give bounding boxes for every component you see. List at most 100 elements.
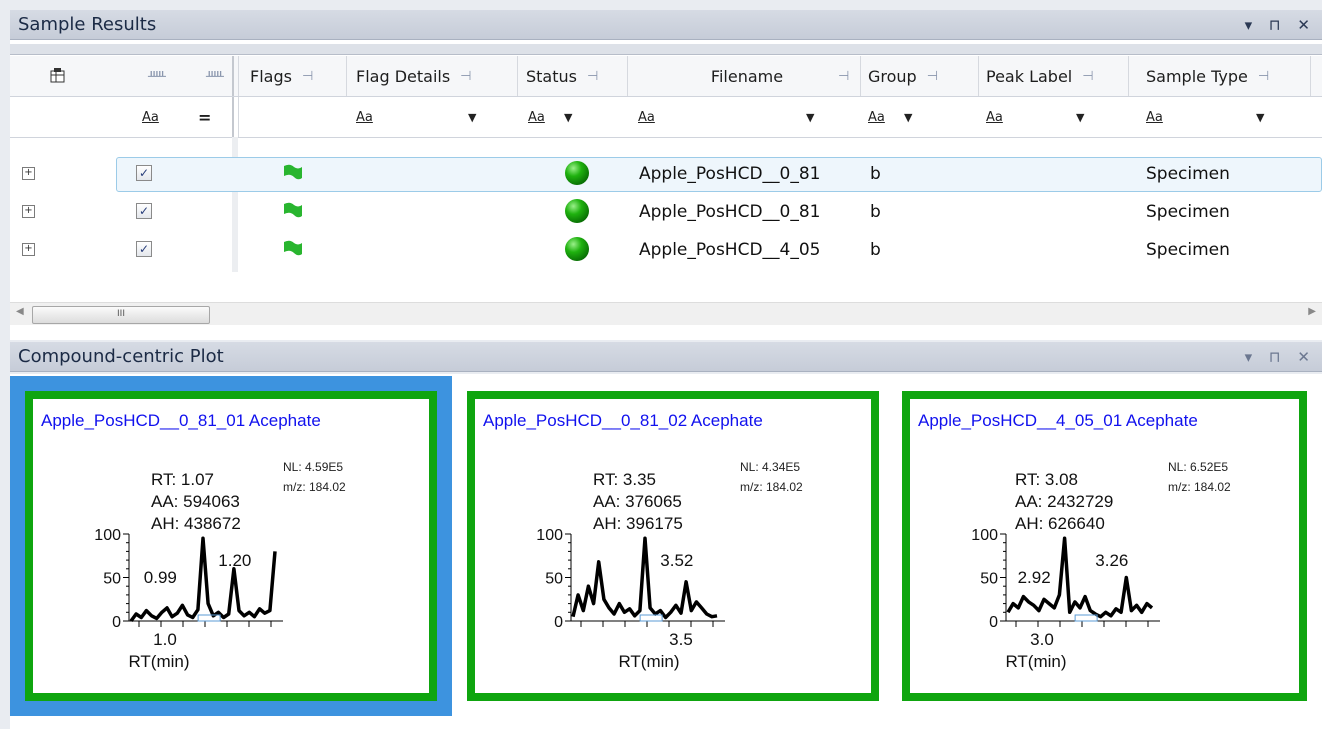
row-checkbox[interactable]: ✓ <box>136 165 152 181</box>
peak-label: 3.26 <box>1095 551 1128 570</box>
filter-aa[interactable]: Aa <box>142 97 162 137</box>
plot-frame: Apple_PosHCD__0_81_01 Acephate NL: 4.59E… <box>25 391 437 701</box>
plot-card[interactable]: Apple_PosHCD__0_81_02 Acephate NL: 4.34E… <box>452 376 894 716</box>
chromatogram: 100 50 0 0.99 1.20 1.0 RT(min) <box>94 527 283 671</box>
x-tick-label: 1.0 <box>153 630 177 649</box>
y-tick-label: 100 <box>94 527 121 544</box>
chromatogram-trace <box>571 536 718 620</box>
column-label: Group <box>868 66 917 86</box>
pin-icon[interactable]: ⊣ <box>838 56 858 96</box>
column-chooser-icon[interactable] <box>50 56 80 96</box>
column-label: Status <box>526 66 577 86</box>
integration-box <box>639 614 663 622</box>
integration-box <box>197 614 221 622</box>
column-header-group[interactable]: Group ⊣ <box>868 56 978 96</box>
y-tick-label: 0 <box>112 614 121 631</box>
sample-results-grid: ᚊ ᚊ Flags ⊣ Flag Details ⊣ Status ⊣ Filenam… <box>10 40 1322 340</box>
horizontal-scrollbar[interactable]: ◀ III ▶ <box>10 302 1322 325</box>
scroll-thumb[interactable]: III <box>32 306 210 324</box>
table-row[interactable]: + ✓ Apple_PosHCD__0_81 b Specimen <box>10 155 1322 193</box>
row-checkbox[interactable]: ✓ <box>136 203 152 219</box>
expand-icon[interactable]: + <box>22 167 35 180</box>
pin-icon[interactable]: ⊣ <box>587 69 598 84</box>
x-axis-label: RT(min) <box>1005 652 1066 671</box>
plot-card[interactable]: Apple_PosHCD__0_81_01 Acephate NL: 4.59E… <box>10 376 452 716</box>
integration-box <box>1074 614 1098 622</box>
group-cell: b <box>870 240 881 260</box>
y-tick-label: 50 <box>545 571 563 588</box>
y-tick-label: 50 <box>980 571 998 588</box>
column-label: Filename <box>710 66 784 86</box>
column-header-filename[interactable]: Filename <box>636 56 858 96</box>
filter-status[interactable]: Aa ▼ <box>528 97 618 137</box>
pin-icon[interactable]: ⊓ <box>1269 342 1287 372</box>
expand-icon[interactable]: + <box>22 205 35 218</box>
expand-icon[interactable]: + <box>22 243 35 256</box>
filename-cell: Apple_PosHCD__0_81 <box>639 164 821 184</box>
filter-sample-type[interactable]: Aa ▼ <box>1146 97 1296 137</box>
x-axis-label: RT(min) <box>618 652 679 671</box>
x-tick-label: 3.0 <box>1030 630 1054 649</box>
dropdown-icon[interactable]: ▾ <box>1245 342 1259 372</box>
filename-cell: Apple_PosHCD__4_05 <box>639 240 821 260</box>
chromatogram: 100 50 0 3.52 3.5 RT(min) <box>536 527 725 671</box>
pin-icon[interactable]: ⊓ <box>1269 10 1287 40</box>
column-label: Sample Type <box>1146 66 1248 86</box>
sample-type-cell: Specimen <box>1146 240 1230 260</box>
sample-results-titlebar: Sample Results ▾ ⊓ ✕ <box>10 10 1322 40</box>
pin-icon[interactable]: ⊣ <box>1258 69 1269 84</box>
status-indicator <box>565 237 589 261</box>
filter-filename[interactable]: Aa ▼ <box>638 97 848 137</box>
flag-icon <box>284 240 302 256</box>
column-header-peak-label[interactable]: Peak Label ⊣ <box>986 56 1126 96</box>
pin-icon[interactable]: ⊣ <box>302 69 313 84</box>
filter-peak-label[interactable]: Aa ▼ <box>986 97 1116 137</box>
sample-type-cell: Specimen <box>1146 202 1230 222</box>
grid-header: ᚊ ᚊ Flags ⊣ Flag Details ⊣ Status ⊣ Filenam… <box>10 56 1322 97</box>
group-cell: b <box>870 202 881 222</box>
scroll-left-icon[interactable]: ◀ <box>16 306 24 317</box>
peak-label: 3.52 <box>660 551 693 570</box>
status-indicator <box>565 199 589 223</box>
pin-icon[interactable]: ⊣ <box>927 69 938 84</box>
pin-column-icon[interactable]: ᚊ <box>148 56 168 96</box>
sample-type-cell: Specimen <box>1146 164 1230 184</box>
chromatogram: 100 50 0 2.92 3.26 3.0 RT(min) <box>971 527 1160 671</box>
column-label: Peak Label <box>986 66 1073 86</box>
peak-label: 2.92 <box>1018 568 1051 587</box>
plot-frame: Apple_PosHCD__0_81_02 Acephate NL: 4.34E… <box>467 391 879 701</box>
close-icon[interactable]: ✕ <box>1297 10 1316 40</box>
dropdown-icon[interactable]: ▾ <box>1245 10 1259 40</box>
plot-card[interactable]: Apple_PosHCD__4_05_01 Acephate NL: 6.52E… <box>887 376 1322 716</box>
table-row[interactable]: + ✓ Apple_PosHCD__4_05 b Specimen <box>10 231 1322 269</box>
filter-group[interactable]: Aa ▼ <box>868 97 968 137</box>
close-icon[interactable]: ✕ <box>1297 342 1316 372</box>
pin-icon[interactable]: ⊣ <box>1082 69 1093 84</box>
filter-equals[interactable]: = <box>198 97 218 137</box>
column-header-sample-type[interactable]: Sample Type ⊣ <box>1146 56 1306 96</box>
filter-row: Aa = Aa ▼ Aa ▼ Aa ▼ Aa ▼ Aa ▼ Aa ▼ <box>10 97 1322 138</box>
compound-plot-area: Apple_PosHCD__0_81_01 Acephate NL: 4.59E… <box>10 374 1322 729</box>
group-by-strip <box>10 44 1322 55</box>
plot-frame: Apple_PosHCD__4_05_01 Acephate NL: 6.52E… <box>902 391 1307 701</box>
compound-plot-titlebar: Compound-centric Plot ▾ ⊓ ✕ <box>10 342 1322 372</box>
row-checkbox[interactable]: ✓ <box>136 241 152 257</box>
filter-flag-details[interactable]: Aa ▼ <box>356 97 506 137</box>
column-header-status[interactable]: Status ⊣ <box>526 56 626 96</box>
column-header-flags[interactable]: Flags ⊣ <box>250 56 346 96</box>
panel-title: Compound-centric Plot <box>18 346 224 367</box>
group-cell: b <box>870 164 881 184</box>
scroll-right-icon[interactable]: ▶ <box>1308 306 1316 317</box>
column-label: Flags <box>250 66 292 86</box>
pin-icon[interactable]: ⊣ <box>460 69 471 84</box>
y-tick-label: 0 <box>989 614 998 631</box>
panel-title: Sample Results <box>18 14 157 35</box>
y-tick-label: 100 <box>536 527 563 544</box>
table-row[interactable]: + ✓ Apple_PosHCD__0_81 b Specimen <box>10 193 1322 231</box>
column-header-flag-details[interactable]: Flag Details ⊣ <box>356 56 516 96</box>
pin-column-icon[interactable]: ᚊ <box>206 56 226 96</box>
peak-label: 1.20 <box>218 551 251 570</box>
column-label: Flag Details <box>356 66 451 86</box>
x-tick-label: 3.5 <box>669 630 693 649</box>
filename-cell: Apple_PosHCD__0_81 <box>639 202 821 222</box>
